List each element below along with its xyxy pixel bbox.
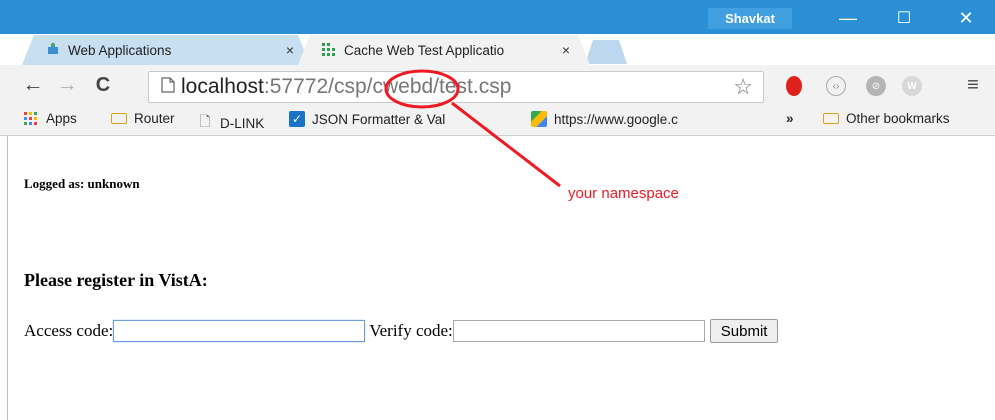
w-extension-icon[interactable]: W xyxy=(902,76,922,96)
page-content: Logged as: unknown Please register in Vi… xyxy=(7,136,995,420)
opera-icon[interactable] xyxy=(786,76,802,96)
page-icon xyxy=(161,76,179,98)
tab-close-icon[interactable]: × xyxy=(286,42,294,58)
tab-label: Cache Web Test Applicatio xyxy=(344,42,505,58)
reload-button[interactable]: C xyxy=(90,73,116,97)
verify-code-input[interactable] xyxy=(452,320,705,342)
verify-code-label: Verify code: xyxy=(369,321,453,340)
address-bar[interactable]: localhost:57772/csp/cwebd/test.csp ☆ xyxy=(148,71,764,103)
url-path: :57772/csp/cwebd/test.csp xyxy=(263,75,512,98)
bookmark-google-maps[interactable]: https://www.google.c xyxy=(530,111,726,127)
url-host: localhost xyxy=(181,75,264,98)
maximize-button[interactable]: ☐ xyxy=(884,6,924,30)
cache-app-icon xyxy=(320,41,338,60)
bookmark-d-link[interactable]: 🗋 D-LINK xyxy=(196,111,264,135)
checkbox-icon: ✓ xyxy=(288,111,306,127)
page-icon: 🗋 xyxy=(199,113,211,129)
bookmark-apps[interactable]: Apps xyxy=(22,111,77,126)
bookmark-other-bookmarks[interactable]: Other bookmarks xyxy=(822,111,950,126)
menu-icon[interactable]: ≡ xyxy=(960,73,986,97)
bookmarks-bar: Apps Router 🗋 D-LINK ✓ JSON Formatter & … xyxy=(0,105,995,136)
access-code-input[interactable] xyxy=(113,320,366,342)
page-heading: Please register in VistA: xyxy=(24,270,208,290)
folder-icon xyxy=(110,113,128,124)
folder-icon xyxy=(822,113,840,124)
register-form: Access code: Verify code: Submit xyxy=(24,319,779,343)
window-titlebar: Shavkat — ☐ ✕ xyxy=(0,0,995,34)
maps-icon xyxy=(530,111,548,127)
forward-button[interactable]: → xyxy=(54,73,80,97)
bookmark-label: Apps xyxy=(46,111,77,126)
logged-in-status: Logged as: unknown xyxy=(24,176,140,191)
bookmark-label: Router xyxy=(134,111,175,126)
minimize-button[interactable]: — xyxy=(828,6,868,30)
apps-grid-icon xyxy=(22,111,40,126)
access-code-label: Access code: xyxy=(24,321,114,340)
back-button[interactable]: ← xyxy=(20,73,46,97)
bookmark-label: D-LINK xyxy=(220,115,265,131)
compass-icon[interactable]: ⊘ xyxy=(866,76,886,96)
tab-close-icon[interactable]: × xyxy=(562,42,570,58)
new-tab-button[interactable] xyxy=(585,40,627,64)
close-window-button[interactable]: ✕ xyxy=(946,6,986,30)
submit-button[interactable]: Submit xyxy=(709,319,779,343)
bookmark-label: JSON Formatter & Val xyxy=(312,111,446,127)
bookmarks-overflow-button[interactable]: » xyxy=(786,111,794,126)
bookmark-label: https://www.google.c xyxy=(554,111,678,127)
puzzle-icon xyxy=(44,42,62,59)
tab-cache-web-test[interactable]: Cache Web Test Applicatio × xyxy=(298,35,590,65)
browser-toolbar: ← → C localhost:57772/csp/cwebd/test.csp… xyxy=(0,65,995,105)
bookmark-router[interactable]: Router xyxy=(110,111,175,126)
annotation-label: your namespace xyxy=(568,185,679,202)
bookmark-label: Other bookmarks xyxy=(846,111,950,126)
tab-label: Web Applications xyxy=(68,42,172,58)
code-extension-icon[interactable]: ‹› xyxy=(826,76,846,96)
tab-web-applications[interactable]: Web Applications × xyxy=(22,35,310,65)
profile-button[interactable]: Shavkat xyxy=(708,8,792,29)
bookmark-star-icon[interactable]: ☆ xyxy=(733,74,753,100)
bookmark-json-formatter[interactable]: ✓ JSON Formatter & Val xyxy=(288,111,518,127)
